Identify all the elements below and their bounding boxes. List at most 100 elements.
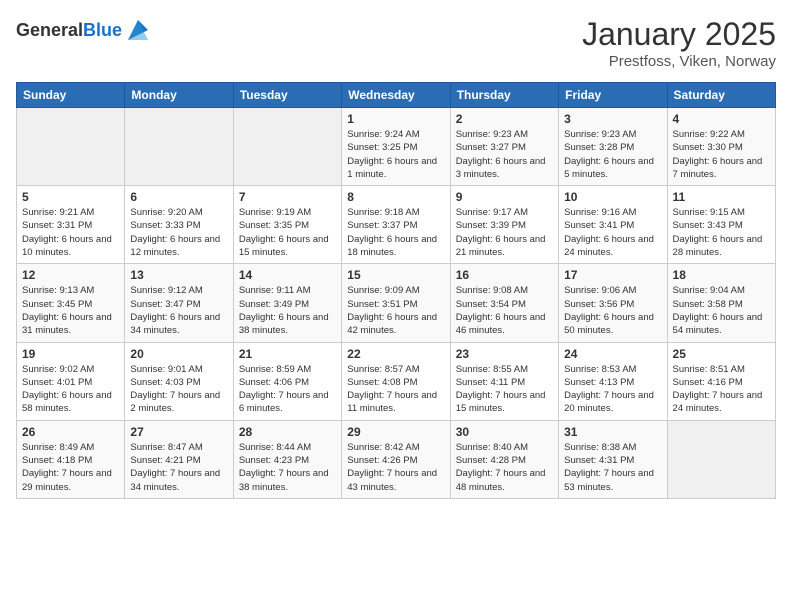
day-info: Sunrise: 9:04 AM Sunset: 3:58 PM Dayligh… xyxy=(673,284,770,337)
day-number: 28 xyxy=(239,425,336,439)
page-header: GeneralBlue January 2025 Prestfoss, Vike… xyxy=(16,16,776,70)
calendar-cell: 23 Sunrise: 8:55 AM Sunset: 4:11 PM Dayli… xyxy=(450,342,558,420)
location-title: Prestfoss, Viken, Norway xyxy=(582,53,776,70)
day-info: Sunrise: 9:17 AM Sunset: 3:39 PM Dayligh… xyxy=(456,206,553,259)
day-number: 8 xyxy=(347,190,444,204)
day-info: Sunrise: 9:01 AM Sunset: 4:03 PM Dayligh… xyxy=(130,363,227,416)
day-number: 31 xyxy=(564,425,661,439)
weekday-header-wednesday: Wednesday xyxy=(342,83,450,108)
day-info: Sunrise: 8:47 AM Sunset: 4:21 PM Dayligh… xyxy=(130,441,227,494)
day-number: 5 xyxy=(22,190,119,204)
day-number: 27 xyxy=(130,425,227,439)
calendar-cell: 4 Sunrise: 9:22 AM Sunset: 3:30 PM Daylig… xyxy=(667,108,775,186)
day-number: 12 xyxy=(22,268,119,282)
calendar-cell: 22 Sunrise: 8:57 AM Sunset: 4:08 PM Dayli… xyxy=(342,342,450,420)
calendar-week-row: 5 Sunrise: 9:21 AM Sunset: 3:31 PM Daylig… xyxy=(17,186,776,264)
day-number: 6 xyxy=(130,190,227,204)
day-info: Sunrise: 8:53 AM Sunset: 4:13 PM Dayligh… xyxy=(564,363,661,416)
calendar-cell: 8 Sunrise: 9:18 AM Sunset: 3:37 PM Daylig… xyxy=(342,186,450,264)
day-number: 25 xyxy=(673,347,770,361)
calendar-cell: 6 Sunrise: 9:20 AM Sunset: 3:33 PM Daylig… xyxy=(125,186,233,264)
calendar-week-row: 1Sunrise: 9:24 AM Sunset: 3:25 PM Daylig… xyxy=(17,108,776,186)
day-number: 18 xyxy=(673,268,770,282)
calendar-cell: 5 Sunrise: 9:21 AM Sunset: 3:31 PM Daylig… xyxy=(17,186,125,264)
day-info: Sunrise: 9:11 AM Sunset: 3:49 PM Dayligh… xyxy=(239,284,336,337)
day-number: 11 xyxy=(673,190,770,204)
calendar-cell: 28 Sunrise: 8:44 AM Sunset: 4:23 PM Dayli… xyxy=(233,420,341,498)
calendar-cell: 17 Sunrise: 9:06 AM Sunset: 3:56 PM Dayli… xyxy=(559,264,667,342)
day-number: 10 xyxy=(564,190,661,204)
logo-icon xyxy=(124,16,152,44)
day-info: Sunrise: 8:55 AM Sunset: 4:11 PM Dayligh… xyxy=(456,363,553,416)
calendar-cell: 24Sunrise: 8:53 AM Sunset: 4:13 PM Dayli… xyxy=(559,342,667,420)
day-number: 22 xyxy=(347,347,444,361)
calendar-cell xyxy=(667,420,775,498)
day-number: 26 xyxy=(22,425,119,439)
day-number: 7 xyxy=(239,190,336,204)
calendar-cell: 19 Sunrise: 9:02 AM Sunset: 4:01 PM Dayli… xyxy=(17,342,125,420)
calendar-cell: 18 Sunrise: 9:04 AM Sunset: 3:58 PM Dayli… xyxy=(667,264,775,342)
day-info: Sunrise: 8:59 AM Sunset: 4:06 PM Dayligh… xyxy=(239,363,336,416)
calendar-week-row: 19 Sunrise: 9:02 AM Sunset: 4:01 PM Dayli… xyxy=(17,342,776,420)
calendar-cell: 12 Sunrise: 9:13 AM Sunset: 3:45 PM Dayli… xyxy=(17,264,125,342)
calendar-table: SundayMondayTuesdayWednesdayThursdayFrid… xyxy=(16,82,776,499)
day-info: Sunrise: 9:15 AM Sunset: 3:43 PM Dayligh… xyxy=(673,206,770,259)
day-info: Sunrise: 9:06 AM Sunset: 3:56 PM Dayligh… xyxy=(564,284,661,337)
day-number: 13 xyxy=(130,268,227,282)
calendar-cell: 29 Sunrise: 8:42 AM Sunset: 4:26 PM Dayli… xyxy=(342,420,450,498)
calendar-cell: 15 Sunrise: 9:09 AM Sunset: 3:51 PM Dayli… xyxy=(342,264,450,342)
day-info: Sunrise: 9:08 AM Sunset: 3:54 PM Dayligh… xyxy=(456,284,553,337)
day-number: 2 xyxy=(456,112,553,126)
day-number: 16 xyxy=(456,268,553,282)
day-number: 19 xyxy=(22,347,119,361)
day-info: Sunrise: 8:49 AM Sunset: 4:18 PM Dayligh… xyxy=(22,441,119,494)
day-info: Sunrise: 9:23 AM Sunset: 3:27 PM Dayligh… xyxy=(456,128,553,181)
calendar-header-row: SundayMondayTuesdayWednesdayThursdayFrid… xyxy=(17,83,776,108)
day-number: 23 xyxy=(456,347,553,361)
day-info: Sunrise: 9:21 AM Sunset: 3:31 PM Dayligh… xyxy=(22,206,119,259)
day-number: 14 xyxy=(239,268,336,282)
calendar-cell: 14 Sunrise: 9:11 AM Sunset: 3:49 PM Dayli… xyxy=(233,264,341,342)
day-number: 3 xyxy=(564,112,661,126)
day-number: 30 xyxy=(456,425,553,439)
weekday-header-tuesday: Tuesday xyxy=(233,83,341,108)
day-info: Sunrise: 8:51 AM Sunset: 4:16 PM Dayligh… xyxy=(673,363,770,416)
day-number: 29 xyxy=(347,425,444,439)
day-info: Sunrise: 8:40 AM Sunset: 4:28 PM Dayligh… xyxy=(456,441,553,494)
calendar-cell: 13 Sunrise: 9:12 AM Sunset: 3:47 PM Dayli… xyxy=(125,264,233,342)
day-info: Sunrise: 8:42 AM Sunset: 4:26 PM Dayligh… xyxy=(347,441,444,494)
logo-text: GeneralBlue xyxy=(16,20,122,41)
day-info: Sunrise: 9:18 AM Sunset: 3:37 PM Dayligh… xyxy=(347,206,444,259)
calendar-week-row: 26 Sunrise: 8:49 AM Sunset: 4:18 PM Dayli… xyxy=(17,420,776,498)
day-info: Sunrise: 9:22 AM Sunset: 3:30 PM Dayligh… xyxy=(673,128,770,181)
calendar-cell: 27 Sunrise: 8:47 AM Sunset: 4:21 PM Dayli… xyxy=(125,420,233,498)
day-number: 4 xyxy=(673,112,770,126)
day-info: Sunrise: 9:20 AM Sunset: 3:33 PM Dayligh… xyxy=(130,206,227,259)
calendar-cell: 25 Sunrise: 8:51 AM Sunset: 4:16 PM Dayli… xyxy=(667,342,775,420)
day-info: Sunrise: 9:09 AM Sunset: 3:51 PM Dayligh… xyxy=(347,284,444,337)
day-info: Sunrise: 8:57 AM Sunset: 4:08 PM Dayligh… xyxy=(347,363,444,416)
day-info: Sunrise: 9:19 AM Sunset: 3:35 PM Dayligh… xyxy=(239,206,336,259)
day-info: Sunrise: 9:02 AM Sunset: 4:01 PM Dayligh… xyxy=(22,363,119,416)
calendar-cell xyxy=(17,108,125,186)
day-info: Sunrise: 8:38 AM Sunset: 4:31 PM Dayligh… xyxy=(564,441,661,494)
day-number: 9 xyxy=(456,190,553,204)
day-info: Sunrise: 9:12 AM Sunset: 3:47 PM Dayligh… xyxy=(130,284,227,337)
day-info: Sunrise: 8:44 AM Sunset: 4:23 PM Dayligh… xyxy=(239,441,336,494)
logo-blue: Blue xyxy=(83,20,122,40)
weekday-header-friday: Friday xyxy=(559,83,667,108)
day-number: 15 xyxy=(347,268,444,282)
day-info: Sunrise: 9:24 AM Sunset: 3:25 PM Dayligh… xyxy=(347,128,444,181)
calendar-cell: 11 Sunrise: 9:15 AM Sunset: 3:43 PM Dayli… xyxy=(667,186,775,264)
calendar-cell: 2 Sunrise: 9:23 AM Sunset: 3:27 PM Daylig… xyxy=(450,108,558,186)
day-number: 17 xyxy=(564,268,661,282)
calendar-cell: 10Sunrise: 9:16 AM Sunset: 3:41 PM Dayli… xyxy=(559,186,667,264)
calendar-cell: 31 Sunrise: 8:38 AM Sunset: 4:31 PM Dayli… xyxy=(559,420,667,498)
day-info: Sunrise: 9:23 AM Sunset: 3:28 PM Dayligh… xyxy=(564,128,661,181)
day-number: 21 xyxy=(239,347,336,361)
day-info: Sunrise: 9:13 AM Sunset: 3:45 PM Dayligh… xyxy=(22,284,119,337)
calendar-cell: 9 Sunrise: 9:17 AM Sunset: 3:39 PM Daylig… xyxy=(450,186,558,264)
calendar-cell: 21 Sunrise: 8:59 AM Sunset: 4:06 PM Dayli… xyxy=(233,342,341,420)
logo: GeneralBlue xyxy=(16,16,152,44)
weekday-header-monday: Monday xyxy=(125,83,233,108)
